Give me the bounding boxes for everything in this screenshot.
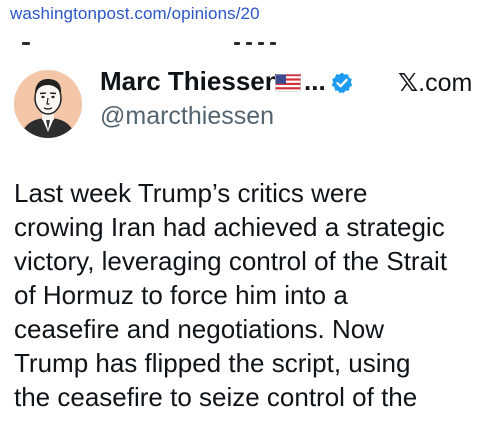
x-com-brand[interactable]: 𝕏.com	[398, 68, 472, 98]
embedded-tweet-card: Marc Thiessen ... 𝕏.com @marcthiessen La…	[0, 48, 500, 430]
cartoon-portrait-avatar	[14, 70, 82, 138]
cropped-content-edge	[0, 40, 500, 46]
x-brand-domain: .com	[418, 69, 473, 97]
verified-badge-icon	[331, 72, 353, 94]
author-name[interactable]: Marc Thiessen	[100, 66, 281, 97]
author-avatar[interactable]	[14, 70, 82, 138]
author-handle[interactable]: @marcthiessen	[100, 102, 274, 131]
us-flag-icon	[275, 74, 301, 92]
x-logo-icon: 𝕏	[398, 68, 419, 97]
name-truncation: ...	[304, 66, 326, 96]
tweet-text: Last week Trump’s critics were crowing I…	[14, 178, 448, 412]
page-url-text[interactable]: washingtonpost.com/opinions/20	[10, 4, 260, 24]
